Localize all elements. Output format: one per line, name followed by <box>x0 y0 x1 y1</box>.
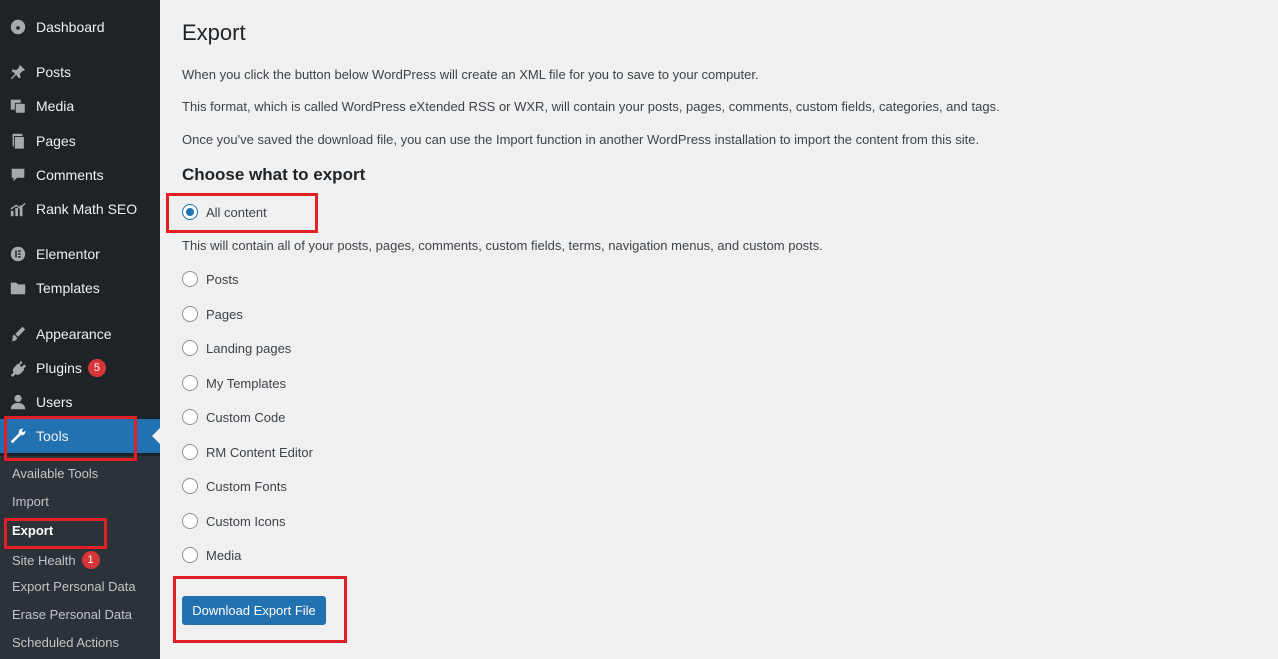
export-option-pages[interactable]: Pages <box>182 306 243 322</box>
sidebar-item-label: Tools <box>36 428 69 444</box>
intro-paragraph: When you click the button below WordPres… <box>182 67 759 82</box>
export-option-custom-code[interactable]: Custom Code <box>182 409 285 425</box>
download-export-file-button[interactable]: Download Export File <box>182 596 326 625</box>
option-label: Custom Icons <box>206 513 286 529</box>
submenu-item-import[interactable]: Import <box>12 494 49 509</box>
radio-button[interactable] <box>182 547 198 563</box>
sidebar-item-label: Elementor <box>36 246 100 262</box>
option-label: All content <box>206 204 267 220</box>
submenu-item-scheduled-actions[interactable]: Scheduled Actions <box>12 635 119 650</box>
wrench-icon <box>0 427 36 445</box>
option-label: Custom Fonts <box>206 478 287 494</box>
sidebar-item-rank-math-seo[interactable]: Rank Math SEO <box>0 192 160 226</box>
submenu-item-available-tools[interactable]: Available Tools <box>12 466 98 481</box>
export-option-all-content[interactable]: All content <box>182 204 267 220</box>
radio-button[interactable] <box>182 409 198 425</box>
dashboard-icon <box>0 18 36 36</box>
submenu-item-export[interactable]: Export <box>12 523 53 538</box>
plugin-icon <box>0 359 36 377</box>
option-label: RM Content Editor <box>206 444 313 460</box>
sidebar-item-users[interactable]: Users <box>0 385 160 419</box>
option-label: Posts <box>206 271 239 287</box>
sidebar-item-label: Pages <box>36 133 76 149</box>
sidebar-item-comments[interactable]: Comments <box>0 158 160 192</box>
sidebar-item-tools[interactable]: Tools <box>0 419 160 453</box>
export-option-rm-content-editor[interactable]: RM Content Editor <box>182 444 313 460</box>
submenu-item-site-health[interactable]: Site Health 1 <box>12 551 100 569</box>
radio-button[interactable] <box>182 513 198 529</box>
export-option-custom-fonts[interactable]: Custom Fonts <box>182 478 287 494</box>
current-menu-arrow-icon <box>152 428 160 444</box>
sidebar-item-pages[interactable]: Pages <box>0 124 160 158</box>
radio-button[interactable] <box>182 340 198 356</box>
chart-icon <box>0 200 36 218</box>
radio-button[interactable] <box>182 306 198 322</box>
elementor-icon <box>0 245 36 263</box>
folder-icon <box>0 279 36 297</box>
radio-button[interactable] <box>182 478 198 494</box>
page-title: Export <box>182 20 246 45</box>
submenu-item-erase-personal-data[interactable]: Erase Personal Data <box>12 607 132 622</box>
tools-submenu: Available Tools Import Export Site Healt… <box>0 456 160 659</box>
sidebar-item-label: Comments <box>36 167 104 183</box>
option-label: My Templates <box>206 375 286 391</box>
admin-sidebar: Dashboard Posts Media Pages Comments Ran… <box>0 0 160 659</box>
comment-icon <box>0 166 36 184</box>
option-label: Custom Code <box>206 409 286 425</box>
sidebar-item-plugins[interactable]: Plugins 5 <box>0 351 160 385</box>
plugins-update-badge: 5 <box>87 359 106 377</box>
option-label: Pages <box>206 306 243 322</box>
format-paragraph: This format, which is called WordPress e… <box>182 99 1000 114</box>
sidebar-item-label: Posts <box>36 64 72 80</box>
sidebar-item-label: Appearance <box>36 326 112 342</box>
export-option-posts[interactable]: Posts <box>182 271 239 287</box>
sidebar-item-posts[interactable]: Posts <box>0 55 160 89</box>
media-icon <box>0 97 36 115</box>
option-label: Landing pages <box>206 340 292 356</box>
export-option-media[interactable]: Media <box>182 547 241 563</box>
all-content-description: This will contain all of your posts, pag… <box>182 238 823 253</box>
radio-button[interactable] <box>182 375 198 391</box>
site-health-badge: 1 <box>81 551 100 569</box>
sidebar-item-label: Dashboard <box>36 19 105 35</box>
submenu-item-export-personal-data[interactable]: Export Personal Data <box>12 579 136 594</box>
brush-icon <box>0 325 36 343</box>
user-icon <box>0 393 36 411</box>
radio-button[interactable] <box>182 271 198 287</box>
sidebar-item-label: Templates <box>36 280 100 296</box>
pages-icon <box>0 132 36 150</box>
section-heading: Choose what to export <box>182 165 366 184</box>
sidebar-item-templates[interactable]: Templates <box>0 271 160 305</box>
option-label: Media <box>206 547 242 563</box>
import-paragraph: Once you've saved the download file, you… <box>182 132 980 147</box>
sidebar-item-label: Plugins <box>36 360 82 376</box>
pin-icon <box>0 63 36 81</box>
export-option-custom-icons[interactable]: Custom Icons <box>182 513 285 529</box>
sidebar-item-appearance[interactable]: Appearance <box>0 317 160 351</box>
sidebar-item-elementor[interactable]: Elementor <box>0 237 160 271</box>
sidebar-item-label: Rank Math SEO <box>36 201 138 217</box>
sidebar-item-media[interactable]: Media <box>0 89 160 123</box>
export-option-landing-pages[interactable]: Landing pages <box>182 340 291 356</box>
radio-button[interactable] <box>182 444 198 460</box>
sidebar-item-label: Users <box>36 394 73 410</box>
sidebar-item-dashboard[interactable]: Dashboard <box>0 10 160 44</box>
submenu-item-label: Site Health <box>12 552 76 568</box>
radio-button[interactable] <box>182 204 198 220</box>
export-option-my-templates[interactable]: My Templates <box>182 375 286 391</box>
sidebar-item-label: Media <box>36 98 75 114</box>
